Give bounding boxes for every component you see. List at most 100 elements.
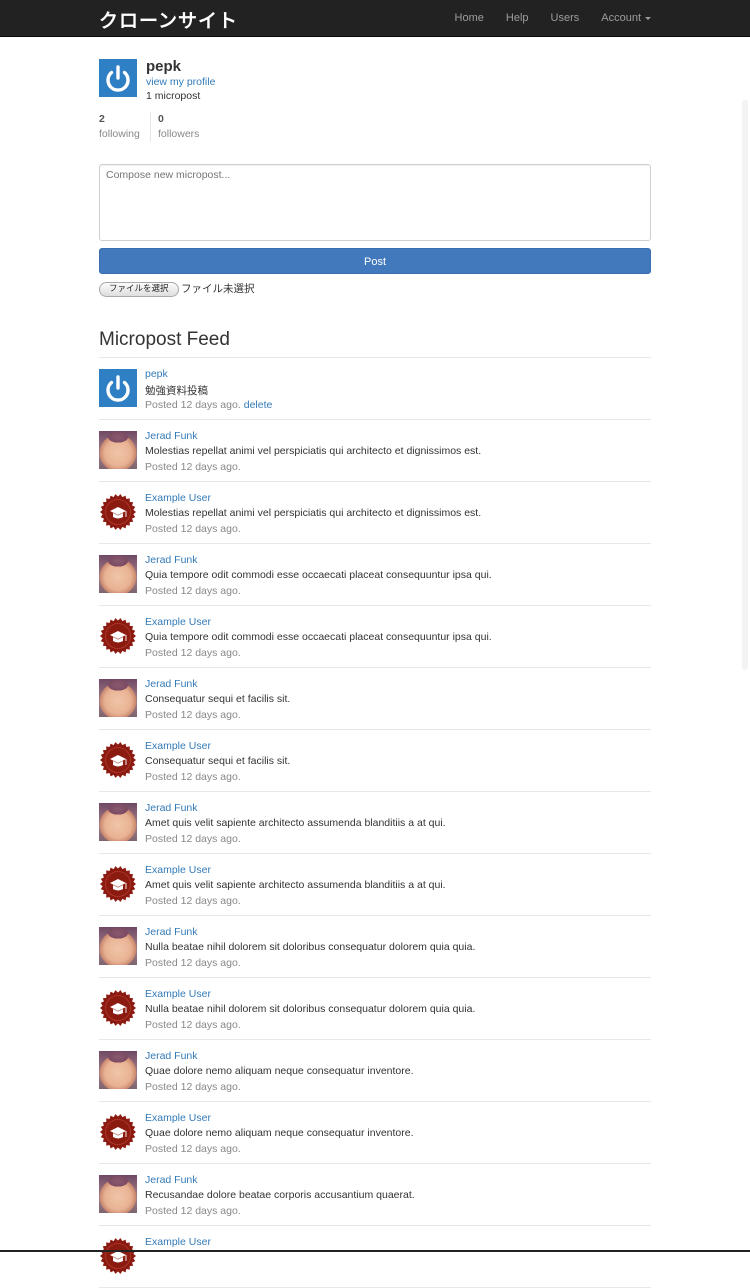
timestamp-text: Posted 12 days ago. <box>145 957 241 969</box>
nav-users-link[interactable]: Users <box>551 12 580 24</box>
choose-file-button[interactable]: ファイルを選択 <box>99 282 179 297</box>
graduation-cap-icon <box>100 866 136 902</box>
micropost-feed: pepk 勉強資料投稿 Posted 12 days ago. delete Je… <box>99 358 651 1288</box>
feed-user-link[interactable]: Jerad Funk <box>145 678 198 690</box>
feed-timestamp: Posted 12 days ago. <box>145 771 241 783</box>
following-label: following <box>99 128 140 140</box>
stats-divider <box>150 112 151 142</box>
feed-user-link[interactable]: Example User <box>145 492 211 504</box>
feed-content: Molestias repellat animi vel perspiciati… <box>145 507 482 519</box>
file-status-text: ファイル未選択 <box>181 283 255 295</box>
feed-content: Amet quis velit sapiente architecto assu… <box>145 817 446 829</box>
site-logo[interactable]: クローンサイト <box>99 6 238 33</box>
timestamp-text: Posted 12 days ago. <box>145 833 241 845</box>
feed-item: Jerad Funk Recusandae dolore beatae corp… <box>99 1164 651 1226</box>
timestamp-text: Posted 12 days ago. <box>145 399 241 411</box>
feed-avatar[interactable] <box>99 1237 137 1275</box>
micropost-textarea[interactable] <box>99 164 651 241</box>
feed-content: Quia tempore odit commodi esse occaecati… <box>145 569 492 581</box>
feed-avatar[interactable] <box>99 369 137 407</box>
followers-label: followers <box>158 128 200 140</box>
feed-content: Quia tempore odit commodi esse occaecati… <box>145 631 492 643</box>
power-icon <box>99 59 137 97</box>
feed-user-link[interactable]: Example User <box>145 740 211 752</box>
feed-content: Nulla beatae nihil dolorem sit doloribus… <box>145 1003 476 1015</box>
profile-name: pepk <box>146 58 182 75</box>
feed-user-link[interactable]: Jerad Funk <box>145 1050 198 1062</box>
nav-links: Home Help Users Account <box>433 0 651 36</box>
feed-avatar-photo[interactable] <box>99 803 137 841</box>
nav-account-dropdown[interactable]: Account <box>601 12 651 24</box>
feed-user-link[interactable]: Example User <box>145 616 211 628</box>
nav-help-link[interactable]: Help <box>506 12 529 24</box>
feed-avatar-photo[interactable] <box>99 431 137 469</box>
feed-item: Example User Amet quis velit sapiente ar… <box>99 854 651 916</box>
feed-content: Amet quis velit sapiente architecto assu… <box>145 879 446 891</box>
feed-user-link[interactable]: Example User <box>145 988 211 1000</box>
scrollbar[interactable] <box>742 100 748 670</box>
feed-item: Jerad Funk Molestias repellat animi vel … <box>99 420 651 482</box>
feed-avatar-photo[interactable] <box>99 1175 137 1213</box>
timestamp-text: Posted 12 days ago. <box>145 709 241 721</box>
feed-user-link[interactable]: Jerad Funk <box>145 430 198 442</box>
feed-content: Molestias repellat animi vel perspiciati… <box>145 445 482 457</box>
nav-home-link[interactable]: Home <box>455 12 484 24</box>
feed-user-link[interactable]: Example User <box>145 1236 211 1248</box>
feed-item: Example User Quia tempore odit commodi e… <box>99 606 651 668</box>
view-profile-link[interactable]: view my profile <box>146 76 215 88</box>
feed-avatar-photo[interactable] <box>99 927 137 965</box>
timestamp-text: Posted 12 days ago. <box>145 1019 241 1031</box>
feed-item: Jerad Funk Quae dolore nemo aliquam nequ… <box>99 1040 651 1102</box>
feed-avatar[interactable] <box>99 493 137 531</box>
timestamp-text: Posted 12 days ago. <box>145 1143 241 1155</box>
feed-content: Nulla beatae nihil dolorem sit doloribus… <box>145 941 476 953</box>
graduation-cap-icon <box>100 494 136 530</box>
feed-item: Example User Consequatur sequi et facili… <box>99 730 651 792</box>
timestamp-text: Posted 12 days ago. <box>145 771 241 783</box>
feed-user-link[interactable]: Jerad Funk <box>145 1174 198 1186</box>
feed-avatar[interactable] <box>99 617 137 655</box>
chevron-down-icon <box>645 16 651 20</box>
profile-avatar[interactable] <box>99 59 137 97</box>
following-stat[interactable]: 2 following <box>99 112 140 142</box>
feed-user-link[interactable]: Jerad Funk <box>145 926 198 938</box>
feed-content: Quae dolore nemo aliquam neque consequat… <box>145 1065 414 1077</box>
feed-avatar[interactable] <box>99 989 137 1027</box>
feed-user-link[interactable]: Jerad Funk <box>145 802 198 814</box>
feed-content: Consequatur sequi et facilis sit. <box>145 755 291 767</box>
feed-user-link[interactable]: Example User <box>145 1112 211 1124</box>
delete-link[interactable]: delete <box>244 399 273 411</box>
feed-avatar[interactable] <box>99 1113 137 1151</box>
graduation-cap-icon <box>100 742 136 778</box>
timestamp-text: Posted 12 days ago. <box>145 585 241 597</box>
feed-user-link[interactable]: Example User <box>145 864 211 876</box>
feed-user-link[interactable]: pepk <box>145 368 168 380</box>
feed-timestamp: Posted 12 days ago. <box>145 585 241 597</box>
power-icon <box>99 369 137 407</box>
feed-avatar[interactable] <box>99 741 137 779</box>
followers-count: 0 <box>158 113 164 125</box>
timestamp-text: Posted 12 days ago. <box>145 1205 241 1217</box>
feed-item: Jerad Funk Nulla beatae nihil dolorem si… <box>99 916 651 978</box>
feed-user-link[interactable]: Jerad Funk <box>145 554 198 566</box>
feed-timestamp: Posted 12 days ago. delete <box>145 399 272 411</box>
feed-timestamp: Posted 12 days ago. <box>145 957 241 969</box>
graduation-cap-icon <box>100 618 136 654</box>
feed-avatar[interactable] <box>99 865 137 903</box>
feed-timestamp: Posted 12 days ago. <box>145 833 241 845</box>
following-count: 2 <box>99 113 105 125</box>
feed-avatar-photo[interactable] <box>99 679 137 717</box>
nav-account-label: Account <box>601 12 641 24</box>
followers-stat[interactable]: 0 followers <box>158 112 199 142</box>
feed-content: 勉強資料投稿 <box>145 385 208 397</box>
feed-avatar-photo[interactable] <box>99 555 137 593</box>
timestamp-text: Posted 12 days ago. <box>145 523 241 535</box>
feed-content: Quae dolore nemo aliquam neque consequat… <box>145 1127 414 1139</box>
feed-item: Example User <box>99 1226 651 1288</box>
graduation-cap-icon <box>100 1238 136 1274</box>
feed-avatar-photo[interactable] <box>99 1051 137 1089</box>
graduation-cap-icon <box>100 990 136 1026</box>
feed-timestamp: Posted 12 days ago. <box>145 1019 241 1031</box>
feed-timestamp: Posted 12 days ago. <box>145 523 241 535</box>
post-button[interactable]: Post <box>99 248 651 274</box>
